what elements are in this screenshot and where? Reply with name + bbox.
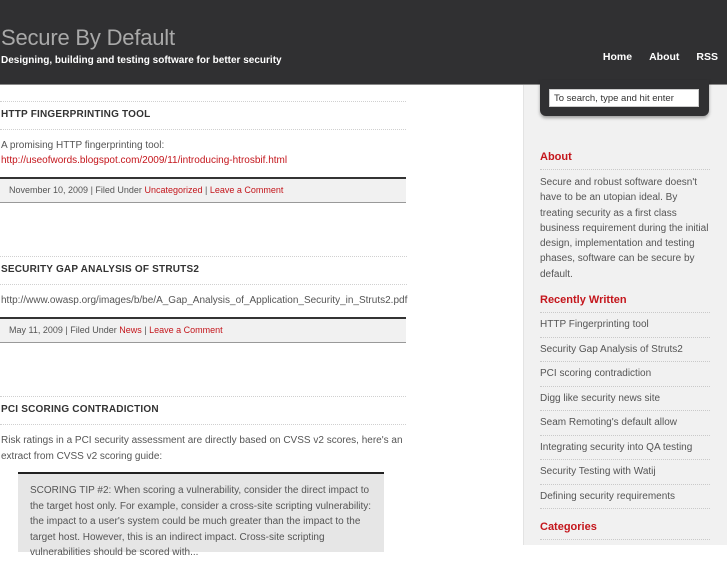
search-box xyxy=(540,80,709,116)
post-meta: May 11, 2009 | Filed Under News | Leave … xyxy=(0,317,406,343)
recent-post-link[interactable]: PCI scoring contradiction xyxy=(540,368,651,379)
post-body-text: Risk ratings in a PCI security assessmen… xyxy=(1,435,403,462)
nav-rss[interactable]: RSS xyxy=(696,51,718,63)
nav-home[interactable]: Home xyxy=(603,51,632,63)
site-header: Secure By Default Designing, building an… xyxy=(0,0,727,85)
recent-post-item: Digg like security news site xyxy=(540,387,710,411)
recent-post-item: PCI scoring contradiction xyxy=(540,362,710,387)
recent-post-item: Integrating security into QA testing xyxy=(540,436,710,460)
post: HTTP FINGERPRINTING TOOL A promising HTT… xyxy=(0,101,406,168)
recent-post-item: Security Testing with Watij xyxy=(540,460,710,485)
nav-about[interactable]: About xyxy=(649,51,679,63)
recent-post-link[interactable]: Security Gap Analysis of Struts2 xyxy=(540,344,683,355)
recent-post-item: Seam Remoting's default allow xyxy=(540,411,710,436)
post: SECURITY GAP ANALYSIS OF STRUTS2 http://… xyxy=(0,256,420,308)
category-link[interactable]: Uncategorized xyxy=(144,185,202,195)
post-date: May 11, 2009 xyxy=(9,325,63,335)
post-meta: November 10, 2009 | Filed Under Uncatego… xyxy=(0,177,406,203)
post-body: Risk ratings in a PCI security assessmen… xyxy=(0,425,406,465)
sidebar-recent-heading: Recently Written xyxy=(540,294,710,313)
sidebar-categories: Categories xyxy=(540,521,710,540)
post: PCI SCORING CONTRADICTION Risk ratings i… xyxy=(0,396,406,465)
post-title[interactable]: HTTP FINGERPRINTING TOOL xyxy=(0,101,406,130)
recent-post-item: HTTP Fingerprinting tool xyxy=(540,313,710,338)
post-title-text[interactable]: HTTP FINGERPRINTING TOOL xyxy=(1,109,150,120)
post-title[interactable]: PCI SCORING CONTRADICTION xyxy=(0,396,406,425)
leave-comment-link[interactable]: Leave a Comment xyxy=(149,325,223,335)
post-body-text: http://www.owasp.org/images/b/be/A_Gap_A… xyxy=(1,295,408,306)
sidebar-recent: Recently Written HTTP Fingerprinting too… xyxy=(540,294,710,509)
blockquote: SCORING TIP #2: When scoring a vulnerabi… xyxy=(18,472,384,558)
recent-post-link[interactable]: Seam Remoting's default allow xyxy=(540,417,677,428)
recent-post-item: Defining security requirements xyxy=(540,485,710,509)
site-title[interactable]: Secure By Default xyxy=(1,25,175,51)
post-body-text: A promising HTTP fingerprinting tool: xyxy=(1,140,165,151)
post-body: A promising HTTP fingerprinting tool: ht… xyxy=(0,130,406,168)
recent-posts-list: HTTP Fingerprinting tool Security Gap An… xyxy=(540,313,710,509)
recent-post-item: Security Gap Analysis of Struts2 xyxy=(540,338,710,362)
site-tagline: Designing, building and testing software… xyxy=(1,55,282,66)
leave-comment-link[interactable]: Leave a Comment xyxy=(210,185,284,195)
post-date: November 10, 2009 xyxy=(9,185,89,195)
recent-post-link[interactable]: Security Testing with Watij xyxy=(540,466,656,477)
category-link[interactable]: News xyxy=(119,325,142,335)
sidebar-about-heading: About xyxy=(540,151,710,170)
sidebar-about-text: Secure and robust software doesn't have … xyxy=(540,177,709,280)
search-input[interactable] xyxy=(549,89,699,107)
recent-post-link[interactable]: Integrating security into QA testing xyxy=(540,442,692,453)
post-title-text[interactable]: PCI SCORING CONTRADICTION xyxy=(1,404,159,415)
recent-post-link[interactable]: Defining security requirements xyxy=(540,491,675,502)
post-body: http://www.owasp.org/images/b/be/A_Gap_A… xyxy=(0,285,420,308)
recent-post-link[interactable]: HTTP Fingerprinting tool xyxy=(540,319,649,330)
sidebar-categories-heading: Categories xyxy=(540,521,710,540)
post-title[interactable]: SECURITY GAP ANALYSIS OF STRUTS2 xyxy=(0,256,407,285)
filed-under-label: Filed Under xyxy=(70,325,117,335)
recent-post-link[interactable]: Digg like security news site xyxy=(540,393,660,404)
filed-under-label: Filed Under xyxy=(95,185,142,195)
post-title-text[interactable]: SECURITY GAP ANALYSIS OF STRUTS2 xyxy=(1,264,199,275)
main-nav: Home About RSS xyxy=(603,51,718,63)
sidebar-about: About Secure and robust software doesn't… xyxy=(540,151,710,282)
post-body-link[interactable]: http://useofwords.blogspot.com/2009/11/i… xyxy=(1,155,287,166)
